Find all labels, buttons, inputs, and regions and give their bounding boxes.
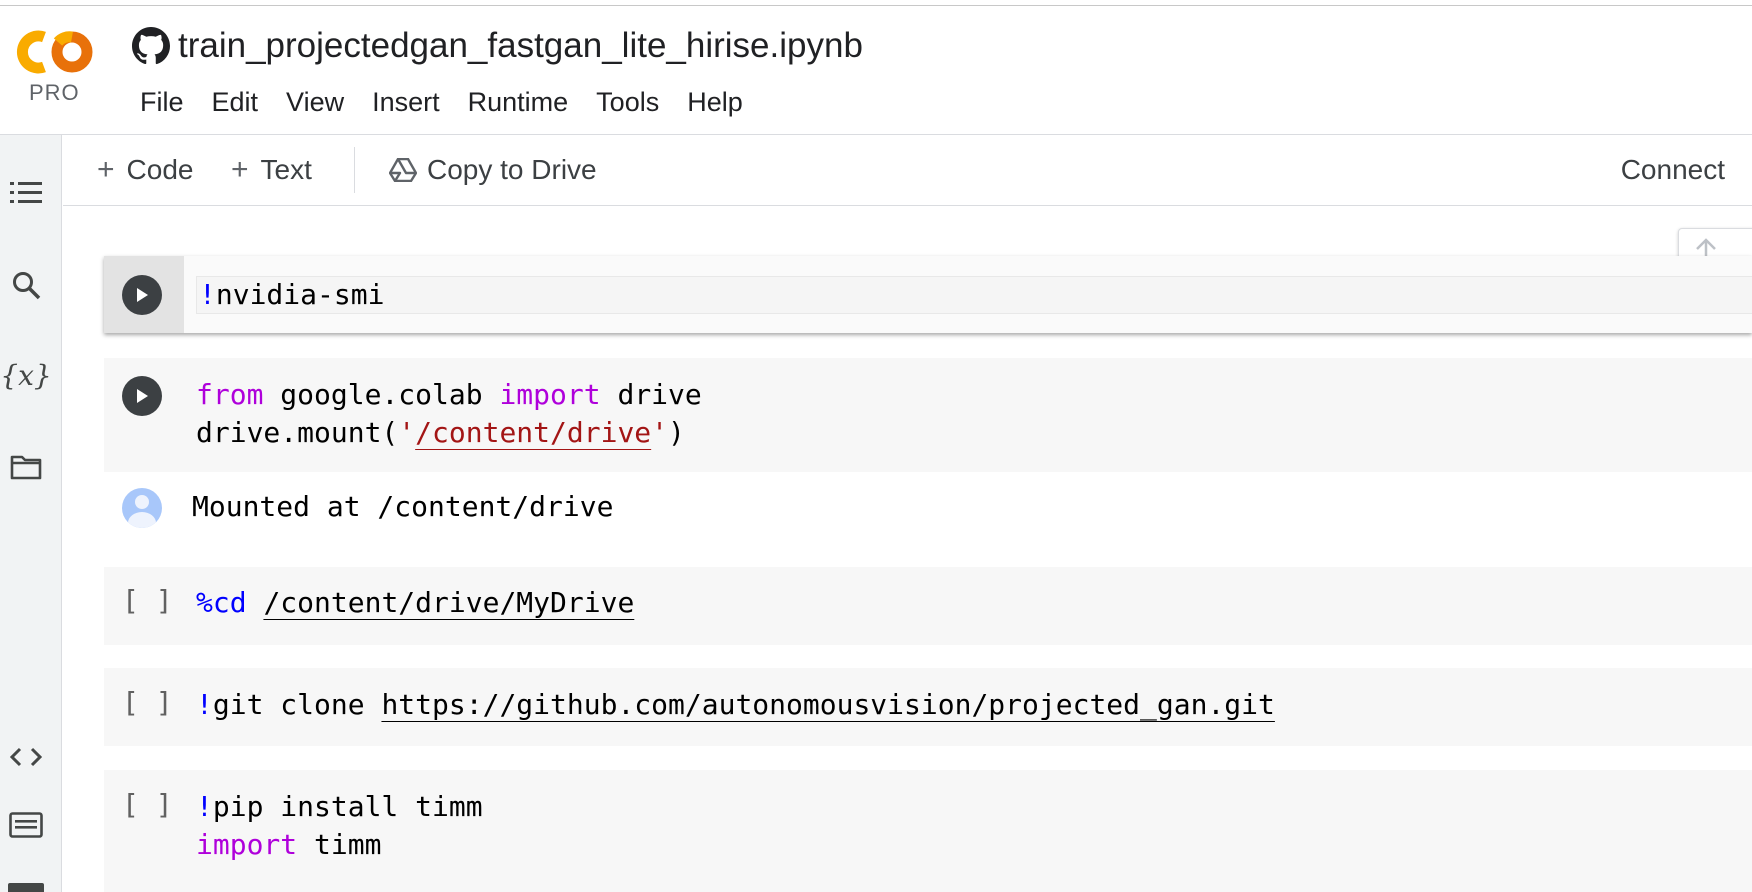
code-token[interactable]: /content/drive/MyDrive [263, 586, 634, 619]
output-avatar-icon [122, 488, 162, 528]
left-sidebar: {x} [0, 135, 62, 892]
code-token: nvidia-smi [215, 278, 385, 311]
menu-bar: File Edit View Insert Runtime Tools Help [126, 82, 757, 122]
code-token[interactable]: /content/drive [415, 416, 651, 449]
menu-tools[interactable]: Tools [582, 82, 673, 122]
run-cell-button[interactable] [122, 275, 162, 315]
command-palette-icon[interactable] [6, 805, 46, 845]
connect-button[interactable]: Connect [1621, 145, 1725, 195]
code-text[interactable]: %cd /content/drive/MyDrive [196, 584, 634, 622]
add-code-label: Code [126, 154, 194, 185]
code-token: ' [398, 416, 416, 449]
panel-icon[interactable] [8, 883, 44, 892]
code-token: google.colab [263, 378, 500, 411]
code-line: %cd /content/drive/MyDrive [196, 584, 634, 622]
code-text[interactable]: !git clone https://github.com/autonomous… [196, 686, 1275, 724]
notebook-title-row: train_projectedgan_fastgan_lite_hirise.i… [132, 24, 863, 68]
code-cell[interactable]: [ ] %cd /content/drive/MyDrive [104, 567, 1752, 645]
drive-icon [389, 158, 417, 182]
notebook-title[interactable]: train_projectedgan_fastgan_lite_hirise.i… [178, 26, 863, 66]
plan-badge: PRO [29, 80, 80, 105]
run-cell-bracket[interactable]: [ ] [122, 788, 173, 821]
code-token: drive.mount( [196, 416, 399, 449]
files-icon[interactable] [6, 447, 46, 487]
code-text[interactable]: from google.colab import drive drive.moun… [196, 376, 702, 452]
add-text-label: Text [260, 154, 312, 185]
colab-logo[interactable]: PRO [12, 28, 96, 110]
code-token: ! [196, 790, 213, 823]
menu-file[interactable]: File [126, 82, 198, 122]
run-cell-button[interactable] [122, 376, 162, 416]
code-token: pip install timm [212, 790, 483, 823]
code-token: timm [297, 828, 382, 861]
code-token: git clone [212, 688, 382, 721]
code-line: from google.colab import drive [196, 376, 702, 414]
menu-runtime[interactable]: Runtime [454, 82, 583, 122]
notebook-toolbar: + Code + Text Copy to Drive Connect [63, 135, 1752, 206]
code-text: !nvidia-smi [199, 276, 384, 314]
code-token: %cd [196, 586, 247, 619]
code-text[interactable]: !pip install timm import timm [196, 788, 483, 864]
code-snippets-icon[interactable] [6, 737, 46, 777]
code-token: ' [651, 416, 669, 449]
code-token[interactable]: https://github.com/autonomousvision/proj… [381, 688, 1274, 721]
variables-icon[interactable]: {x} [0, 355, 51, 395]
code-line: drive.mount('/content/drive') [196, 414, 702, 452]
code-token: ) [668, 416, 685, 449]
plus-icon: + [231, 153, 249, 186]
copy-to-drive-label: Copy to Drive [427, 154, 597, 185]
code-token: drive [600, 378, 702, 411]
toolbar-separator [354, 147, 355, 193]
menu-edit[interactable]: Edit [198, 82, 273, 122]
output-text: Mounted at /content/drive [192, 490, 614, 523]
cell-output: Mounted at /content/drive [104, 472, 1752, 552]
code-cell[interactable]: from google.colab import drive drive.moun… [104, 358, 1752, 472]
copy-to-drive-button[interactable]: Copy to Drive [389, 145, 597, 195]
window-top-border [0, 0, 1752, 6]
menu-insert[interactable]: Insert [358, 82, 454, 122]
play-icon [137, 389, 148, 403]
search-icon[interactable] [6, 265, 46, 305]
code-token: ! [199, 278, 216, 311]
colab-logo-icon [17, 30, 93, 74]
run-cell-bracket[interactable]: [ ] [122, 584, 173, 617]
table-of-contents-icon[interactable] [6, 173, 46, 213]
github-icon[interactable] [132, 27, 170, 65]
code-token: ! [196, 688, 213, 721]
code-editor[interactable]: !nvidia-smi [196, 276, 1752, 314]
code-line: import timm [196, 826, 483, 864]
plus-icon: + [97, 153, 115, 186]
code-token: from [196, 378, 264, 411]
code-cell[interactable]: [ ] !pip install timm import timm [104, 770, 1752, 892]
menu-view[interactable]: View [272, 82, 358, 122]
code-line: !nvidia-smi [199, 276, 384, 314]
run-cell-bracket[interactable]: [ ] [122, 686, 173, 719]
code-cell[interactable]: [ ] !git clone https://github.com/autono… [104, 668, 1752, 746]
code-line: !git clone https://github.com/autonomous… [196, 686, 1275, 724]
add-text-button[interactable]: + Text [231, 145, 312, 195]
play-icon [137, 288, 148, 302]
add-code-button[interactable]: + Code [97, 145, 193, 195]
code-token: import [196, 828, 298, 861]
code-cell[interactable]: !nvidia-smi [104, 256, 1752, 333]
code-line: !pip install timm [196, 788, 483, 826]
code-token: import [499, 378, 601, 411]
menu-help[interactable]: Help [673, 82, 757, 122]
